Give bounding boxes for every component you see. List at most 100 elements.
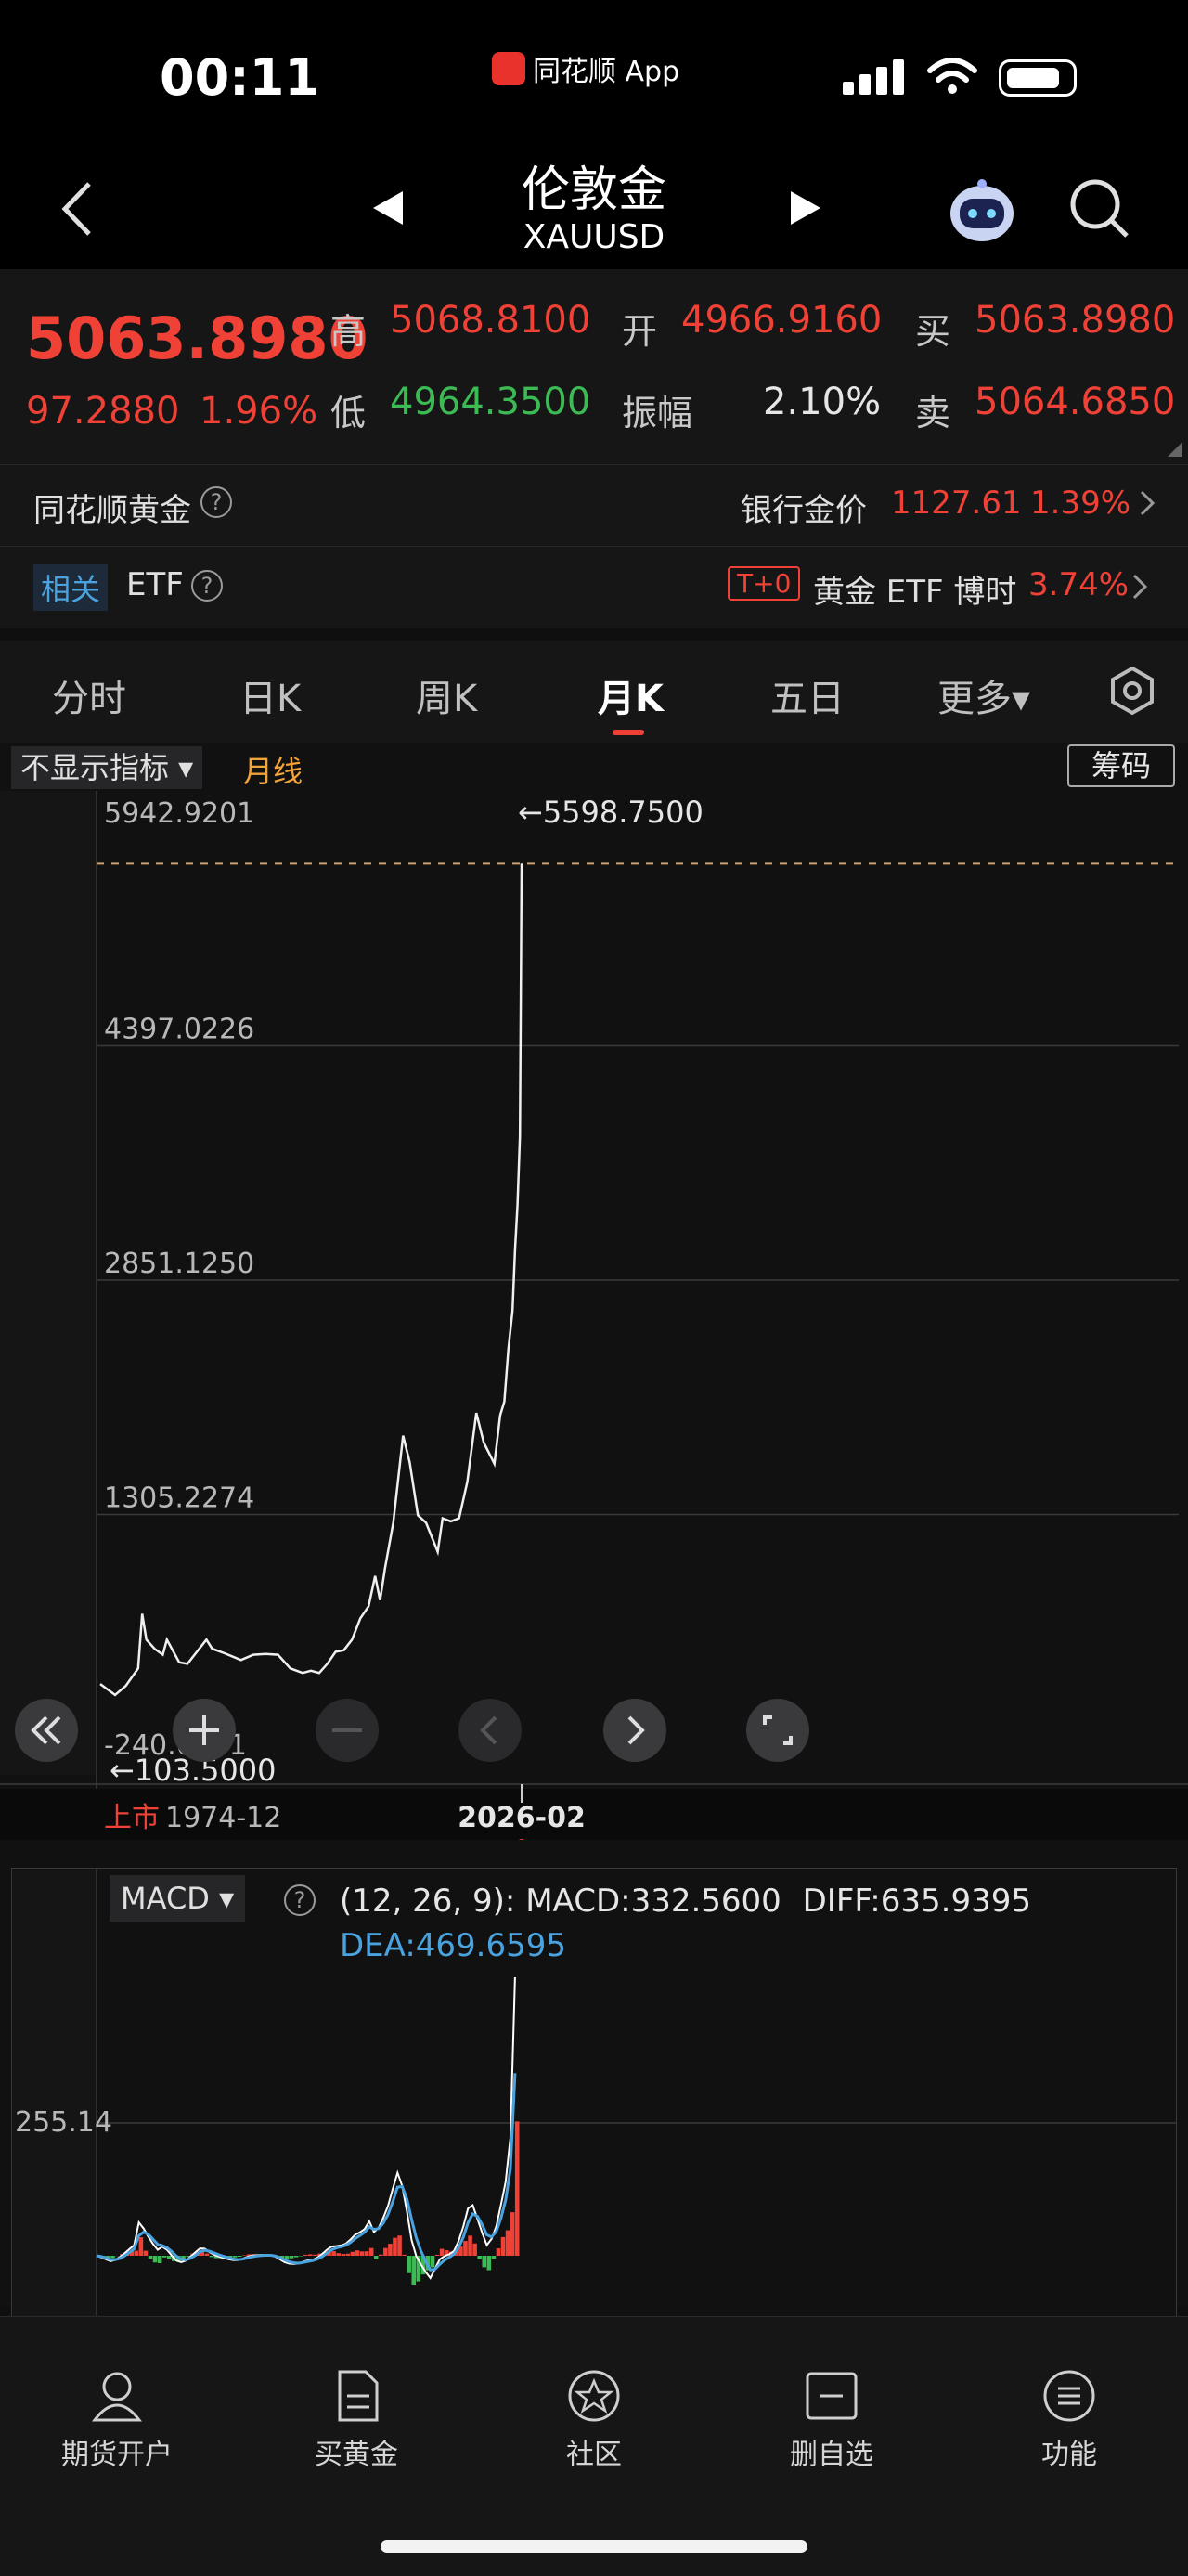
low-value: 4964.3500 — [390, 381, 590, 423]
max-price-annotation: ←5598.7500 — [518, 795, 704, 830]
move-left-icon[interactable] — [457, 1697, 523, 1764]
diff-value: 635.9395 — [881, 1883, 1031, 1920]
macd-bar — [393, 2238, 397, 2256]
user-account-icon — [89, 2368, 145, 2424]
nav-buy-gold[interactable]: 买黄金 — [282, 2368, 431, 2472]
low-label: 低 — [330, 384, 366, 435]
chart-settings-icon[interactable] — [1106, 665, 1158, 717]
macd-bar — [379, 2255, 383, 2256]
related-tag: 相关 — [33, 564, 108, 611]
fullscreen-icon[interactable] — [744, 1697, 811, 1764]
macd-bar — [139, 2237, 144, 2256]
macd-help-icon[interactable]: ? — [284, 1884, 316, 1916]
macd-bar — [153, 2256, 158, 2262]
macd-bar — [477, 2256, 482, 2259]
y-tick-label: 4397.0226 — [104, 1014, 254, 1046]
buy-value: 5063.8980 — [975, 299, 1175, 342]
community-star-icon — [566, 2368, 622, 2424]
x-end-label: 2026-02 — [458, 1802, 586, 1834]
t0-badge: T+0 — [728, 566, 800, 601]
macd-bar — [374, 2256, 379, 2259]
indicator-dropdown[interactable]: 不显示指标 ▾ — [11, 746, 202, 789]
macd-bar — [233, 2256, 238, 2258]
macd-bar — [383, 2248, 388, 2256]
macd-dropdown[interactable]: MACD ▾ — [110, 1875, 245, 1922]
macd-value: 332.5600 — [631, 1883, 781, 1920]
macd-bar — [506, 2231, 510, 2256]
chevron-right-icon[interactable] — [1138, 488, 1156, 518]
etf-name[interactable]: 黄金 ETF 博时 — [813, 566, 1016, 612]
tab-five-day[interactable]: 五日 — [770, 668, 845, 722]
macd-bar — [290, 2256, 294, 2259]
zoom-in-icon[interactable] — [171, 1697, 238, 1764]
etf-pct: 3.74% — [1028, 566, 1129, 603]
macd-chart[interactable]: 255.14 — [11, 1868, 1177, 2324]
open-label: 开 — [622, 303, 657, 354]
open-value: 4966.9160 — [681, 299, 882, 342]
status-time: 00:11 — [160, 48, 319, 107]
scroll-to-start-icon[interactable] — [13, 1697, 80, 1764]
dea-value: 469.6595 — [416, 1927, 566, 1964]
search-icon[interactable] — [1067, 176, 1132, 241]
robot-assistant-icon[interactable] — [945, 175, 1019, 245]
macd-params: (12, 26, 9) — [340, 1883, 505, 1920]
next-symbol-icon[interactable] — [787, 188, 824, 228]
zoom-out-icon[interactable] — [314, 1697, 381, 1764]
macd-bar — [468, 2235, 472, 2256]
macd-bar — [308, 2254, 313, 2256]
macd-bar — [331, 2251, 336, 2256]
app-badge: 同花顺 App — [492, 48, 679, 89]
menu-circle-icon — [1041, 2368, 1097, 2424]
macd-bar — [435, 2255, 440, 2256]
last-price: 5063.8980 — [26, 304, 368, 372]
nav-futures-account[interactable]: 期货开户 — [43, 2368, 191, 2472]
y-axis-strip — [0, 791, 97, 1775]
price-change-pct: 1.96% — [200, 390, 317, 433]
battery-icon — [999, 59, 1077, 97]
etf-help-icon[interactable]: ? — [191, 570, 223, 602]
tab-daily-k[interactable]: 日K — [239, 668, 301, 722]
nav-remove-watchlist[interactable]: 删自选 — [757, 2368, 906, 2472]
listing-label: 上市 — [104, 1802, 160, 1834]
macd-bar — [162, 2256, 167, 2258]
price-chart[interactable]: 5942.92014397.02262851.12501305.2274-240… — [0, 791, 1188, 1840]
nav-label: 社区 — [520, 2431, 668, 2472]
sell-label: 卖 — [915, 384, 950, 435]
amplitude-value: 2.10% — [763, 381, 881, 423]
tab-intraday[interactable]: 分时 — [52, 668, 126, 722]
y-tick-labels: 5942.92014397.02262851.12501305.2274-240… — [104, 797, 254, 1762]
macd-bar — [440, 2249, 445, 2256]
gridlines — [97, 1046, 1179, 1515]
macd-bar — [388, 2244, 393, 2256]
etf-chevron-right-icon[interactable] — [1130, 572, 1149, 602]
high-value: 5068.8100 — [390, 299, 590, 342]
macd-bar — [472, 2244, 477, 2256]
macd-bar — [135, 2251, 139, 2256]
y-tick-label: 5942.9201 — [104, 797, 254, 830]
help-icon[interactable]: ? — [200, 486, 232, 518]
nav-community[interactable]: 社区 — [520, 2368, 668, 2472]
macd-values: (12, 26, 9): MACD:332.5600 DIFF:635.9395 — [340, 1883, 1031, 1920]
tab-monthly-k[interactable]: 月K — [598, 668, 664, 722]
chips-button[interactable]: 筹码 — [1067, 744, 1175, 787]
macd-bar — [482, 2256, 486, 2267]
bank-price: 1127.61 — [891, 485, 1022, 522]
macd-bar — [402, 2255, 407, 2256]
macd-bar — [407, 2256, 411, 2273]
move-right-icon[interactable] — [601, 1697, 668, 1764]
macd-label: MACD: — [525, 1883, 630, 1920]
macd-bar — [355, 2250, 360, 2256]
buy-label: 买 — [915, 303, 950, 354]
bottom-nav: 期货开户 买黄金 社区 删自选 功能 — [0, 2316, 1188, 2576]
remove-watchlist-icon — [804, 2368, 859, 2424]
nav-functions[interactable]: 功能 — [995, 2368, 1143, 2472]
tab-weekly-k[interactable]: 周K — [416, 668, 477, 722]
y-tick-label: 1305.2274 — [104, 1482, 254, 1515]
line-type-label: 月线 — [243, 748, 303, 791]
diff-label: DIFF: — [803, 1883, 881, 1920]
y-tick-label: 2851.1250 — [104, 1248, 254, 1280]
macd-bar — [158, 2256, 162, 2263]
tab-more[interactable]: 更多▾ — [937, 668, 1030, 722]
macd-bar — [487, 2256, 492, 2271]
macd-bar — [497, 2248, 501, 2256]
